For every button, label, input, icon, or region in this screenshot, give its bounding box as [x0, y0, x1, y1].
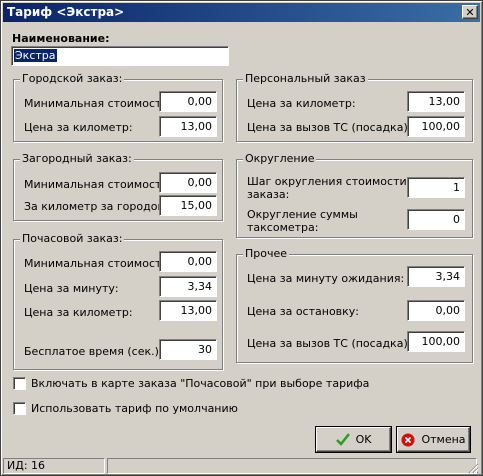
rounding-title: Округление	[243, 152, 317, 165]
rounding-step-field[interactable]: 1	[407, 177, 465, 198]
other-wait-label: Цена за минуту ожидания:	[247, 272, 405, 285]
personal-order-title: Персональный заказ	[243, 72, 368, 85]
title-bar: Тариф <Экстра> ✕	[3, 3, 480, 22]
cancel-icon	[401, 433, 415, 446]
hourly-per-km-label: Цена за километр:	[24, 306, 133, 319]
tariff-dialog: Тариф <Экстра> ✕ Наименование: Экстра Го…	[0, 0, 483, 476]
close-button[interactable]: ✕	[462, 5, 478, 19]
cancel-button[interactable]: Отмена	[397, 427, 470, 452]
hourly-free-time-field[interactable]: 30	[159, 339, 217, 360]
other-call-field[interactable]: 100,00	[407, 331, 465, 352]
other-call-label: Цена за вызов ТС (посадка):	[247, 337, 412, 350]
city-per-km-field[interactable]: 13,00	[159, 116, 217, 137]
rounding-step-label-line2: заказа:	[247, 188, 290, 201]
ok-label: OK	[355, 433, 372, 446]
include-hourly-label: Включать в карте заказа "Почасовой" при …	[31, 377, 370, 390]
default-tariff-label: Использовать тариф по умолчанию	[31, 402, 238, 415]
hourly-min-cost-label: Минимальная стоимость:	[24, 257, 172, 270]
rounding-meter-label-line2: таксометра:	[247, 221, 319, 234]
other-title: Прочее	[243, 247, 290, 260]
city-order-title: Городской заказ:	[20, 72, 125, 85]
city-min-cost-label: Минимальная стоимость:	[24, 97, 172, 110]
personal-per-km-label: Цена за километр:	[247, 97, 356, 110]
personal-call-field[interactable]: 100,00	[407, 116, 465, 137]
suburban-order-title: Загородный заказ:	[20, 152, 134, 165]
suburban-per-km-field[interactable]: 15,00	[159, 195, 217, 216]
ok-button[interactable]: OK	[316, 427, 391, 452]
other-stop-field[interactable]: 0,00	[407, 300, 465, 321]
hourly-free-time-label: Бесплатое время (сек.):	[24, 345, 163, 358]
personal-call-label: Цена за вызов ТС (посадка):	[247, 121, 412, 134]
default-tariff-checkbox[interactable]	[13, 402, 26, 415]
close-icon: ✕	[465, 6, 475, 19]
cancel-label: Отмена	[421, 433, 466, 446]
include-hourly-checkbox[interactable]	[13, 377, 26, 390]
hourly-per-min-field[interactable]: 3,34	[159, 276, 217, 297]
rounding-meter-field[interactable]: 0	[407, 209, 465, 230]
city-per-km-label: Цена за километр:	[24, 121, 133, 134]
status-bar: ИД: 16	[3, 457, 480, 475]
suburban-min-cost-field[interactable]: 0,00	[159, 172, 217, 193]
other-wait-field[interactable]: 3,34	[407, 266, 465, 287]
rounding-meter-label-line1: Округление суммы	[247, 208, 358, 221]
hourly-order-title: Почасовой заказ:	[20, 232, 125, 245]
status-id: ИД: 16	[3, 458, 105, 474]
name-value: Экстра	[14, 49, 57, 62]
city-min-cost-field[interactable]: 0,00	[159, 91, 217, 112]
other-stop-label: Цена за остановку:	[247, 305, 360, 318]
hourly-per-min-label: Цена за минуту:	[24, 282, 119, 295]
name-field[interactable]: Экстра	[11, 46, 229, 66]
status-empty-panel	[107, 458, 477, 474]
name-label: Наименование:	[12, 32, 110, 45]
suburban-per-km-label: За километр за городом:	[24, 200, 170, 213]
suburban-min-cost-label: Минимальная стоимость:	[24, 178, 172, 191]
checkmark-icon	[335, 433, 350, 446]
rounding-step-label-line1: Шаг округления стоимости	[247, 175, 407, 188]
hourly-min-cost-field[interactable]: 0,00	[159, 251, 217, 272]
size-grip-icon[interactable]	[467, 462, 479, 474]
hourly-per-km-field[interactable]: 13,00	[159, 300, 217, 321]
personal-per-km-field[interactable]: 13,00	[407, 91, 465, 112]
window-title: Тариф <Экстра>	[7, 5, 125, 19]
